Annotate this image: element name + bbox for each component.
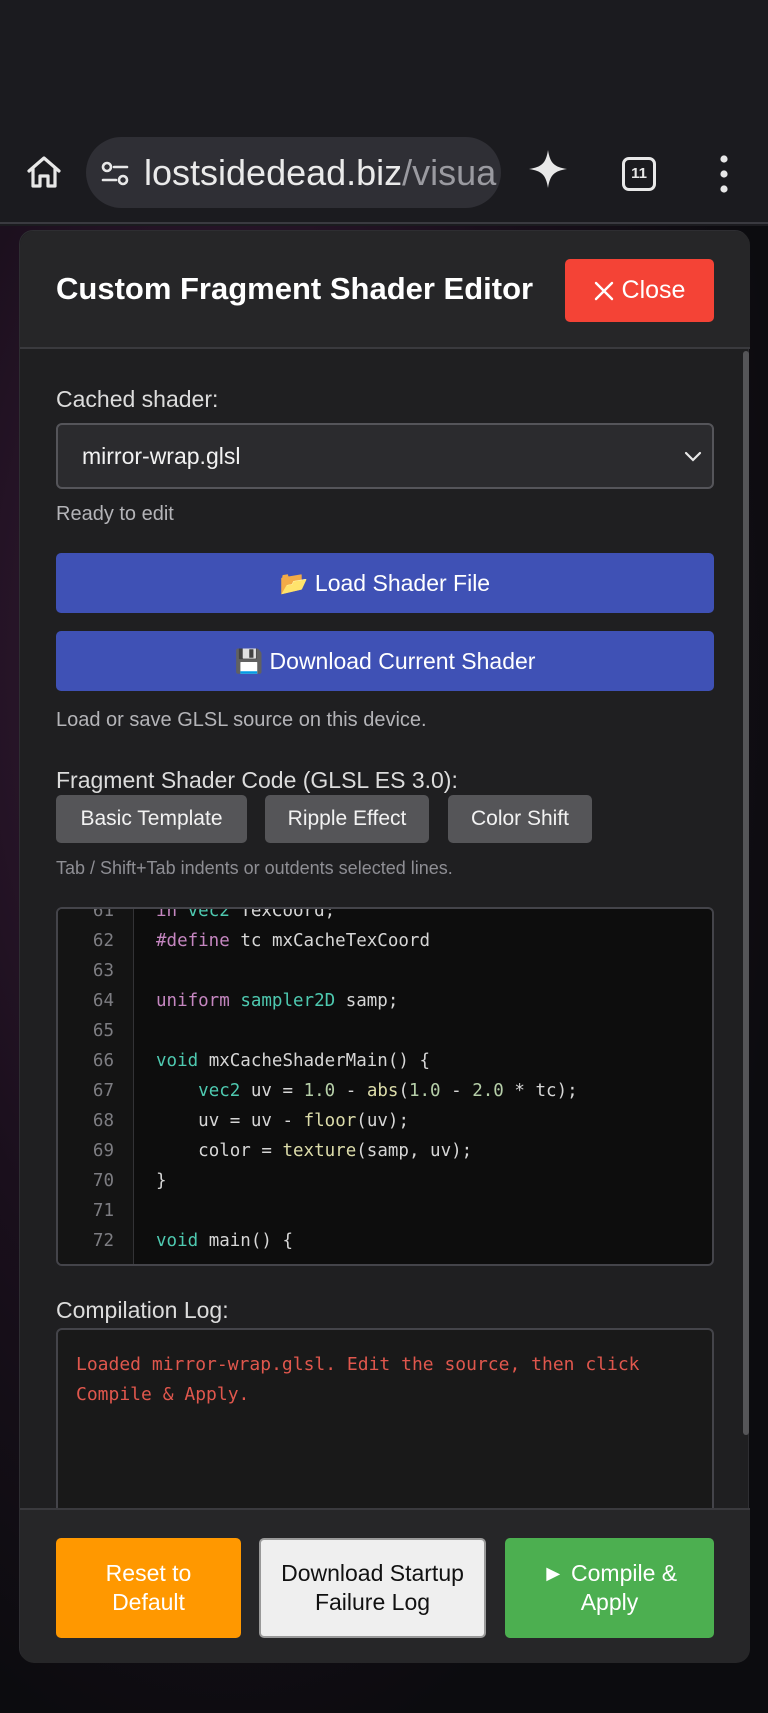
modal-title: Custom Fragment Shader Editor (56, 271, 534, 306)
modal-header: Custom Fragment Shader Editor Close (20, 231, 750, 349)
code-line: 71 (58, 1196, 712, 1226)
code-text: vec2 uv = 1.0 - abs(1.0 - 2.0 * tc); (198, 1081, 578, 1101)
load-shader-button[interactable]: 📂 Load Shader File (56, 553, 714, 613)
tab-count: 11 (631, 165, 647, 182)
code-line: 70} (58, 1166, 712, 1196)
code-text: } (156, 1171, 167, 1191)
url-host: lostsidedead.biz (144, 152, 403, 193)
reset-default-label: Reset to Default (105, 1560, 192, 1615)
code-line: 62 #define tc mxCacheTexCoord (58, 926, 712, 956)
line-number: 62 (92, 931, 114, 951)
code-line: 64 uniform sampler2D samp; (58, 986, 712, 1016)
browser-toolbar: lostsidedead.biz/visua 11 (0, 130, 768, 224)
compile-apply-button[interactable]: ► Compile & Apply (505, 1538, 714, 1638)
code-text: void main() { (156, 1231, 294, 1251)
line-number: 61 (92, 907, 114, 921)
cached-shader-value: mirror-wrap.glsl (82, 443, 241, 469)
line-number: 68 (92, 1111, 114, 1131)
download-log-button[interactable]: Download Startup Failure Log (259, 1538, 486, 1638)
code-line: 66 void mxCacheShaderMain() { (58, 1046, 712, 1076)
code-text: #define tc mxCacheTexCoord (156, 931, 430, 951)
ripple-effect-button[interactable]: Ripple Effect (265, 795, 429, 843)
line-number: 72 (92, 1231, 114, 1251)
status-bar (0, 0, 768, 130)
tab-count-icon[interactable]: 11 (622, 157, 656, 191)
compilation-log: Loaded mirror-wrap.glsl. Edit the source… (56, 1328, 714, 1528)
url-text: lostsidedead.biz/visua (144, 152, 496, 194)
url-path: /visua (402, 152, 497, 193)
reset-default-button[interactable]: Reset to Default (56, 1538, 241, 1638)
download-log-label: Download Startup Failure Log (281, 1560, 464, 1615)
status-text: Ready to edit (56, 503, 174, 525)
line-number: 64 (92, 991, 114, 1011)
color-shift-button[interactable]: Color Shift (448, 795, 592, 843)
modal-footer: Reset to Default Download Startup Failur… (20, 1508, 750, 1663)
code-editor[interactable]: 61 in vec2 TexCoord; 62 #define tc mxCacheT… (56, 907, 714, 1266)
code-line: 63 (58, 956, 712, 986)
more-menu-icon[interactable] (716, 152, 732, 196)
line-number: 69 (92, 1141, 114, 1161)
close-button[interactable]: Close (565, 259, 714, 322)
code-label: Fragment Shader Code (GLSL ES 3.0): (56, 767, 458, 793)
basic-template-button[interactable]: Basic Template (56, 795, 247, 843)
code-line: 61 in vec2 TexCoord; (58, 907, 712, 926)
code-text: color = texture(samp, uv); (198, 1141, 473, 1161)
cached-shader-label: Cached shader: (56, 386, 219, 412)
sparkle-icon[interactable] (527, 148, 569, 190)
line-number: 70 (92, 1171, 114, 1191)
code-text: in vec2 TexCoord; (156, 907, 336, 921)
compile-apply-label: ► Compile & Apply (541, 1560, 678, 1615)
tab-hint: Tab / Shift+Tab indents or outdents sele… (56, 858, 453, 878)
line-number: 63 (92, 961, 114, 981)
download-shader-button[interactable]: 💾 Download Current Shader (56, 631, 714, 691)
code-text: void mxCacheShaderMain() { (156, 1051, 431, 1071)
code-line: 72 void main() { (58, 1226, 712, 1256)
code-line: 68 uv = uv - floor(uv); (58, 1106, 712, 1136)
site-info-icon[interactable] (100, 159, 130, 189)
code-text: uv = uv - floor(uv); (198, 1111, 409, 1131)
code-text: uniform sampler2D samp; (156, 991, 399, 1011)
chevron-down-icon (684, 451, 702, 462)
line-number: 71 (92, 1201, 114, 1221)
shader-editor-modal: Custom Fragment Shader Editor Close Cach… (19, 230, 750, 1663)
home-icon[interactable] (24, 152, 64, 192)
line-number: 65 (92, 1021, 114, 1041)
close-label: Close (621, 276, 686, 304)
code-line: 65 (58, 1016, 712, 1046)
file-hint: Load or save GLSL source on this device. (56, 709, 427, 731)
address-bar[interactable]: lostsidedead.biz/visua (86, 137, 501, 208)
cached-shader-select[interactable]: mirror-wrap.glsl (56, 423, 714, 489)
code-line: 69 color = texture(samp, uv); (58, 1136, 712, 1166)
code-line: 67 vec2 uv = 1.0 - abs(1.0 - 2.0 * tc); (58, 1076, 712, 1106)
line-number: 67 (92, 1081, 114, 1101)
line-number: 66 (92, 1051, 114, 1071)
close-icon (594, 281, 613, 300)
log-label: Compilation Log: (56, 1297, 229, 1323)
scrollbar[interactable] (743, 351, 749, 1435)
